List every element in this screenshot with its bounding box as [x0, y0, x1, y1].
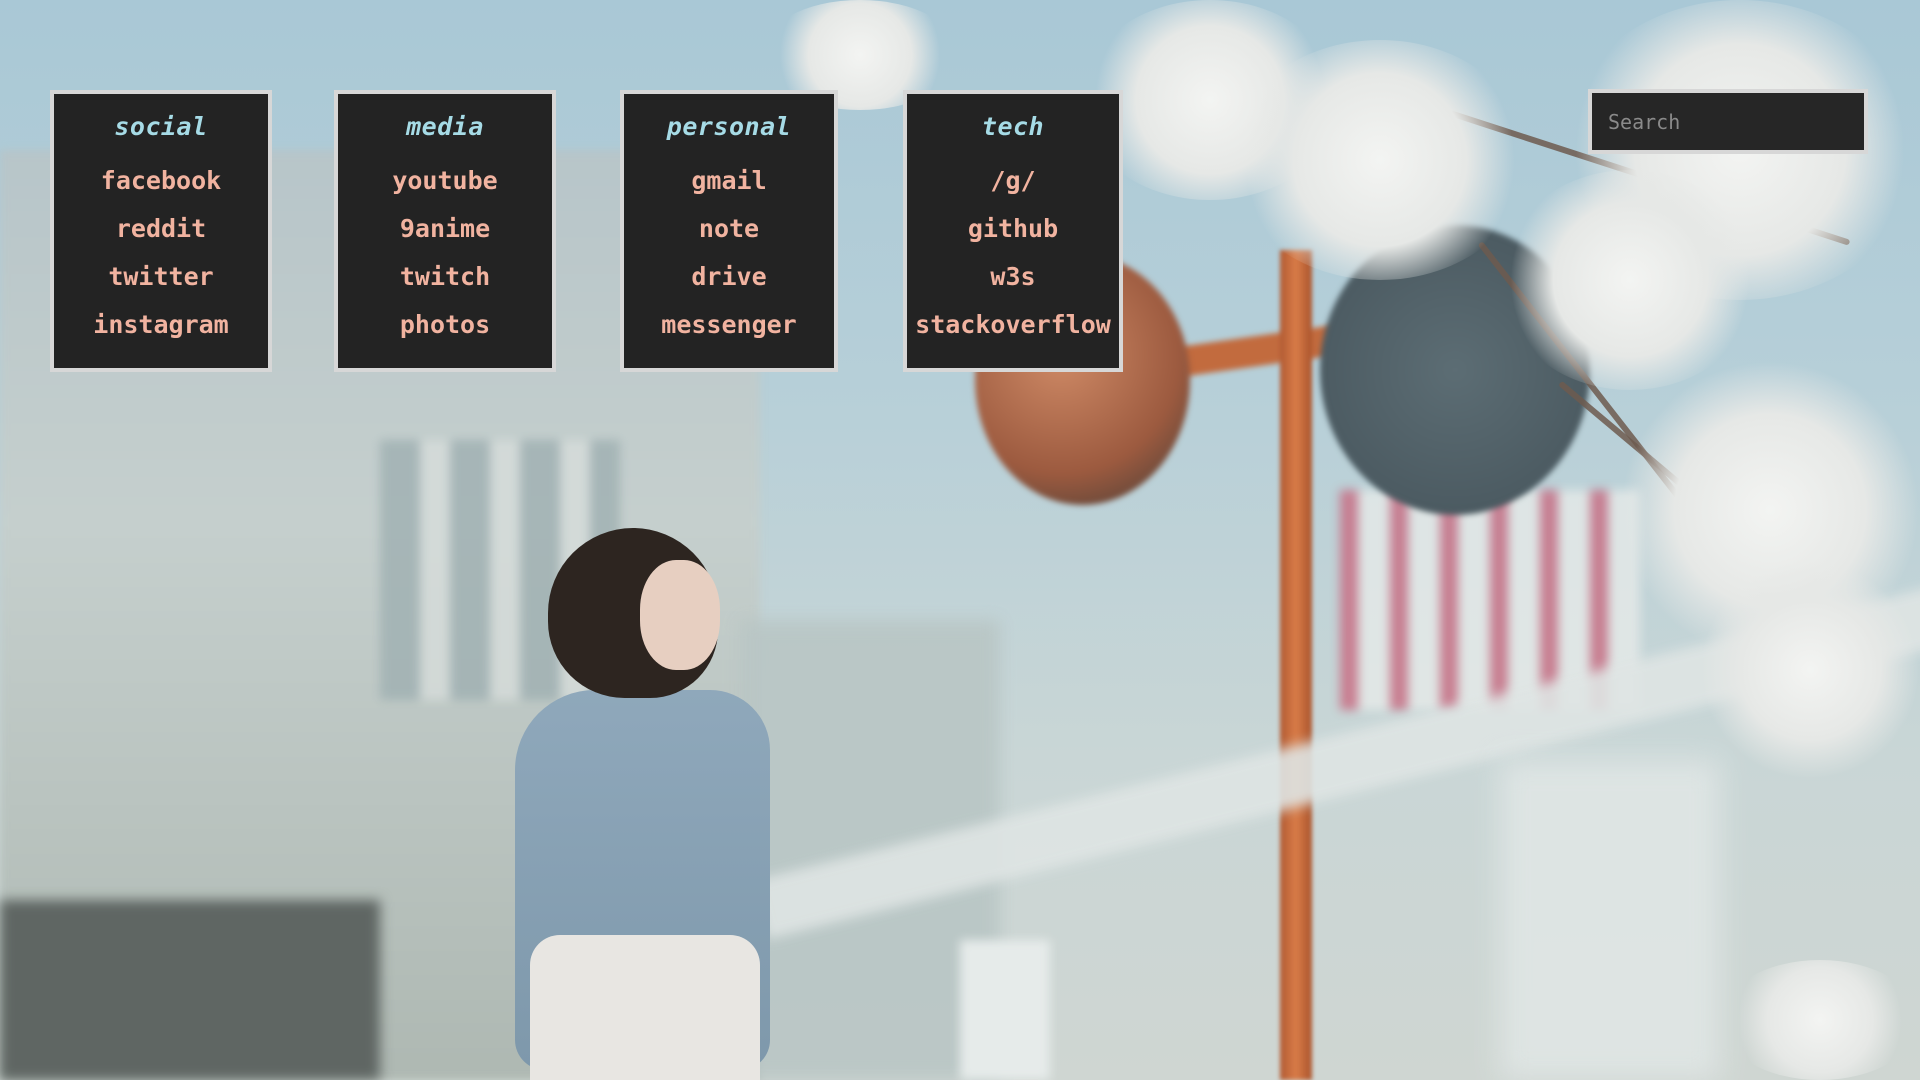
link-gmail[interactable]: gmail — [691, 157, 766, 205]
link-facebook[interactable]: facebook — [101, 157, 221, 205]
link-github[interactable]: github — [968, 205, 1058, 253]
background-person-face — [640, 560, 720, 670]
link-note[interactable]: note — [699, 205, 759, 253]
background-railing-post — [960, 940, 1050, 1080]
link-youtube[interactable]: youtube — [392, 157, 497, 205]
group-title: tech — [981, 112, 1045, 141]
bookmark-group-social: social facebook reddit twitter instagram — [50, 90, 272, 372]
link-4chan-g[interactable]: /g/ — [990, 157, 1035, 205]
background-blossom — [1500, 170, 1760, 390]
link-drive[interactable]: drive — [691, 253, 766, 301]
link-instagram[interactable]: instagram — [93, 301, 228, 349]
link-twitter[interactable]: twitter — [108, 253, 213, 301]
group-title: social — [114, 112, 208, 141]
background-person-skirt — [530, 935, 760, 1080]
link-stackoverflow[interactable]: stackoverflow — [915, 301, 1111, 349]
background-blossom — [1700, 560, 1920, 780]
link-messenger[interactable]: messenger — [661, 301, 796, 349]
link-reddit[interactable]: reddit — [116, 205, 206, 253]
link-9anime[interactable]: 9anime — [400, 205, 490, 253]
background-railing-post-blur — [1500, 760, 1720, 1080]
background-pole — [1280, 250, 1312, 1080]
bookmark-group-media: media youtube 9anime twitch photos — [334, 90, 556, 372]
link-photos[interactable]: photos — [400, 301, 490, 349]
background-blossom — [1720, 960, 1920, 1080]
bookmark-group-tech: tech /g/ github w3s stackoverflow — [903, 90, 1123, 372]
link-twitch[interactable]: twitch — [400, 253, 490, 301]
group-title: personal — [666, 112, 792, 141]
background-blossom — [1230, 40, 1530, 280]
link-w3s[interactable]: w3s — [990, 253, 1035, 301]
bookmark-group-personal: personal gmail note drive messenger — [620, 90, 838, 372]
search-input[interactable] — [1588, 89, 1868, 154]
group-title: media — [406, 112, 484, 141]
background-shadow — [0, 900, 380, 1080]
